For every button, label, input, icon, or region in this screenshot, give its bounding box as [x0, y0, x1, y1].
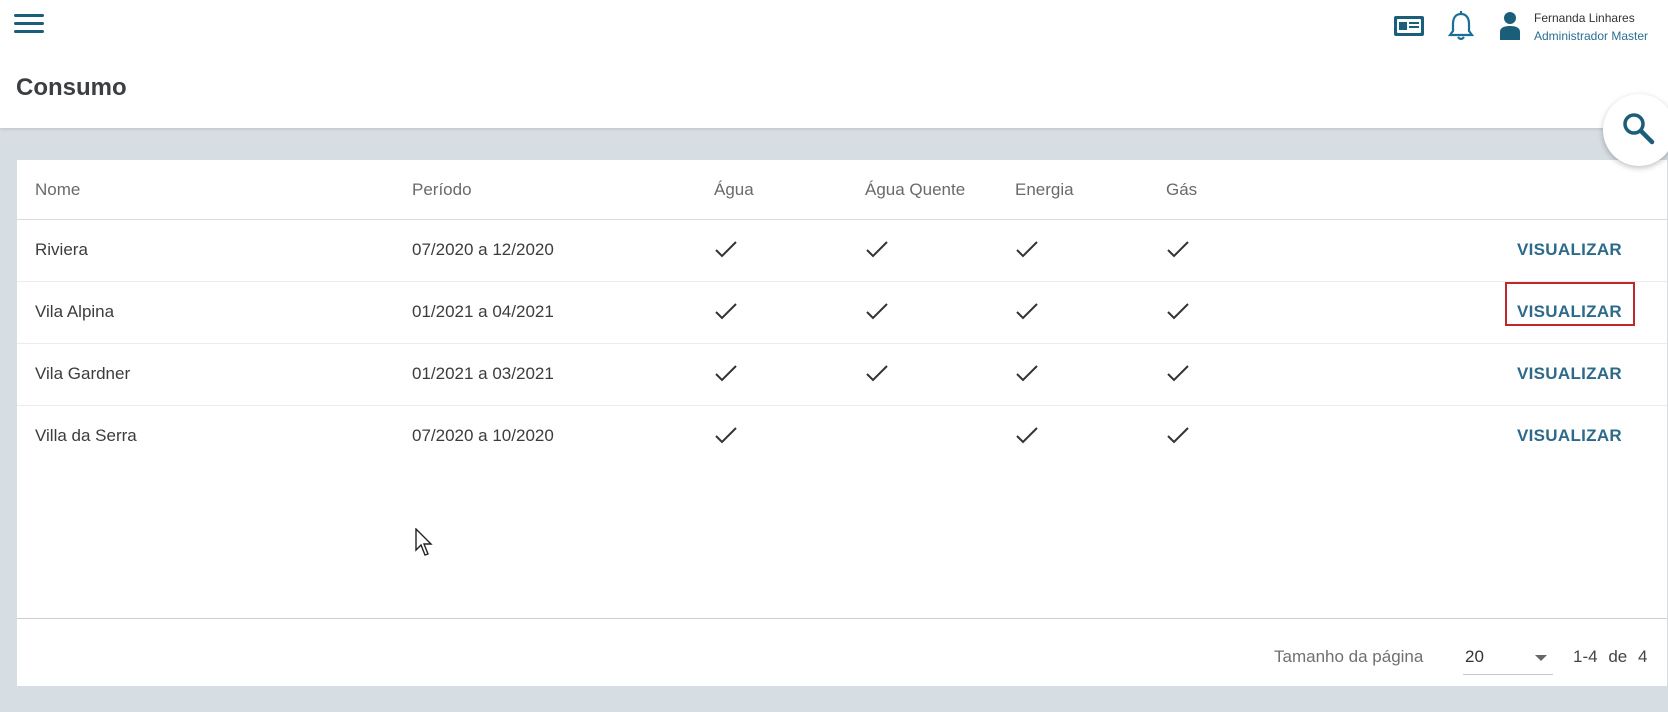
pagination-range: 1-4 de 4 — [1573, 647, 1647, 667]
column-header-agua[interactable]: Água — [714, 180, 754, 200]
table-row: Vila Alpina 01/2021 a 04/2021 VISUALIZAR — [17, 282, 1667, 344]
search-button[interactable] — [1603, 94, 1668, 166]
check-icon — [715, 303, 737, 320]
column-header-gas[interactable]: Gás — [1166, 180, 1197, 200]
check-icon — [715, 241, 737, 258]
table-row: Riviera 07/2020 a 12/2020 VISUALIZAR — [17, 220, 1667, 282]
highlight-annotation-box — [1505, 282, 1635, 326]
table-header: Nome Período Água Água Quente Energia Gá… — [17, 160, 1667, 220]
check-icon — [1167, 303, 1189, 320]
view-button[interactable]: VISUALIZAR — [1517, 364, 1622, 384]
check-icon — [866, 241, 888, 258]
search-icon — [1623, 113, 1655, 145]
check-icon — [1016, 241, 1038, 258]
check-icon — [715, 365, 737, 382]
cell-periodo: 07/2020 a 10/2020 — [412, 426, 554, 445]
table-footer-pagination: Tamanho da página 20 1-4 de 4 — [17, 618, 1667, 686]
cell-nome: Villa da Serra — [35, 426, 137, 445]
check-icon — [1167, 427, 1189, 444]
check-icon — [1016, 303, 1038, 320]
view-button[interactable]: VISUALIZAR — [1517, 426, 1622, 446]
id-card-icon[interactable] — [1393, 14, 1425, 38]
cell-periodo: 01/2021 a 04/2021 — [412, 302, 554, 321]
bell-icon[interactable] — [1447, 10, 1475, 42]
cell-nome: Vila Gardner — [35, 364, 131, 383]
check-icon — [1016, 427, 1038, 444]
cell-periodo: 01/2021 a 03/2021 — [412, 364, 554, 383]
cell-nome: Riviera — [35, 240, 88, 259]
range-of-label: de — [1608, 647, 1628, 666]
hamburger-menu-icon[interactable] — [14, 14, 44, 36]
user-icon[interactable] — [1498, 10, 1522, 42]
table-row: Vila Gardner 01/2021 a 03/2021 VISUALIZA… — [17, 344, 1667, 406]
page-size-label: Tamanho da página — [1274, 647, 1424, 666]
page-title: Consumo — [16, 74, 127, 101]
table-row: Villa da Serra 07/2020 a 10/2020 VISUALI… — [17, 406, 1667, 468]
user-role: Administrador Master — [1534, 29, 1649, 43]
range-total: 4 — [1637, 647, 1648, 666]
check-icon — [866, 365, 888, 382]
consumption-table-card: Nome Período Água Água Quente Energia Gá… — [17, 160, 1667, 686]
cell-periodo: 07/2020 a 12/2020 — [412, 240, 554, 259]
top-bar: Consumo Fernanda Linhares Administrador … — [0, 0, 1668, 128]
chevron-down-icon — [1535, 655, 1547, 661]
range-value: 1-4 — [1573, 647, 1598, 666]
page-size-value: 20 — [1465, 647, 1484, 666]
column-header-agua-quente[interactable]: Água Quente — [865, 180, 965, 200]
check-icon — [1167, 365, 1189, 382]
column-header-nome[interactable]: Nome — [35, 180, 80, 200]
check-icon — [1016, 365, 1038, 382]
user-name: Fernanda Linhares — [1534, 11, 1635, 25]
mouse-cursor-icon — [415, 528, 433, 556]
check-icon — [715, 427, 737, 444]
view-button[interactable]: VISUALIZAR — [1517, 240, 1622, 260]
check-icon — [866, 303, 888, 320]
cell-nome: Vila Alpina — [35, 302, 115, 321]
check-icon — [1167, 241, 1189, 258]
column-header-energia[interactable]: Energia — [1015, 180, 1074, 200]
column-header-periodo[interactable]: Período — [412, 180, 472, 200]
page-size-select[interactable]: 20 — [1463, 641, 1553, 675]
